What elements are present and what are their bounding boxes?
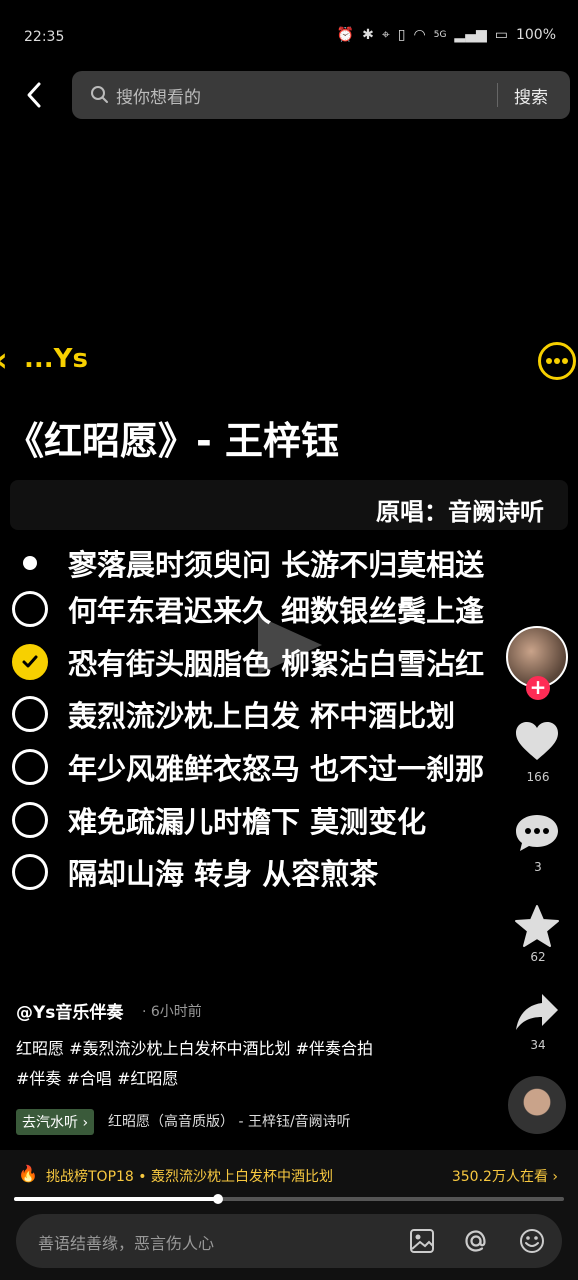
like-heart-icon[interactable] <box>514 720 560 762</box>
comment-placeholder: 善语结善缘，恶言伤人心 <box>38 1234 215 1253</box>
lyric-text: 轰烈流沙枕上白发 杯中酒比划 <box>68 699 456 733</box>
post-hashtags[interactable]: #伴奏 #合唱 #红昭愿 <box>16 1065 178 1089</box>
radio-unchecked-icon[interactable] <box>12 854 48 890</box>
post-description[interactable]: 红昭愿 #轰烈流沙枕上白发杯中酒比划 #伴奏合拍 <box>16 1035 373 1059</box>
radio-unchecked-icon[interactable] <box>12 802 48 838</box>
wifi-icon: ◠ <box>413 27 426 43</box>
lyric-row[interactable]: 轰烈流沙枕上白发 杯中酒比划 <box>12 691 455 737</box>
comment-bubble-icon[interactable] <box>514 812 560 854</box>
bluetooth-icon: ✱ <box>362 27 374 43</box>
author-name[interactable]: ...Ys <box>24 344 88 374</box>
lyric-text: 年少风雅鲜衣怒马 也不过一刹那 <box>68 752 485 786</box>
vibrate-icon: ▯ <box>397 27 406 43</box>
emoji-icon[interactable] <box>518 1227 546 1255</box>
lyric-row[interactable]: 恐有街头胭脂色 柳絮沾白雪沾红 <box>12 639 484 685</box>
lyric-row[interactable]: 寥落晨时须臾问 长游不归莫相送 <box>12 540 484 586</box>
post-time: · 6小时前 <box>142 1004 202 1020</box>
music-disc[interactable] <box>508 1076 566 1134</box>
battery-level: 100% <box>515 27 556 43</box>
radio-checked-icon[interactable] <box>12 644 48 680</box>
search-divider <box>497 83 498 107</box>
comment-count: 3 <box>534 860 542 874</box>
more-dots-icon <box>546 358 568 364</box>
network-label: 5G <box>433 30 447 40</box>
radio-unchecked-icon[interactable] <box>12 696 48 732</box>
bottom-bar: 🔥 挑战榜TOP18 • 轰烈流沙枕上白发杯中酒比划 350.2万人在看 › 善… <box>0 1150 578 1280</box>
chevron-left-icon[interactable]: ‹ <box>0 340 8 380</box>
search-bar[interactable]: 搜你想看的 搜索 <box>72 71 570 119</box>
share-count: 34 <box>530 1038 546 1052</box>
mention-icon[interactable] <box>462 1227 490 1255</box>
signal-icon: ▂▄▆ <box>454 27 487 43</box>
lyric-row[interactable]: 难免疏漏儿时檐下 莫测变化 <box>12 797 426 843</box>
back-button[interactable] <box>20 80 50 110</box>
song-title: 《红昭愿》- 王梓钰 <box>6 419 340 463</box>
checkmark-icon <box>22 655 38 668</box>
lyric-text: 寥落晨时须臾问 长游不归莫相送 <box>68 548 485 582</box>
favorite-star-icon[interactable] <box>514 904 560 948</box>
status-bar: 22:35 ⏰ ✱ ⌖ ▯ ◠ 5G ▂▄▆ ▭ 100% <box>0 0 578 64</box>
search-button[interactable]: 搜索 <box>514 83 548 108</box>
lyric-row[interactable]: 何年东君迟来久 细数银丝鬓上逢 <box>12 586 484 632</box>
follow-plus-button[interactable]: + <box>526 676 550 700</box>
post-author-handle[interactable]: @Ys音乐伴奏 <box>16 998 123 1023</box>
status-time: 22:35 <box>24 29 65 45</box>
status-icons: ⏰ ✱ ⌖ ▯ ◠ 5G ▂▄▆ ▭ 100% <box>337 27 556 43</box>
comment-input[interactable]: 善语结善缘，恶言伤人心 <box>16 1214 562 1268</box>
lyric-text: 难免疏漏儿时檐下 莫测变化 <box>68 805 427 839</box>
location-icon: ⌖ <box>381 27 390 43</box>
bullet-icon <box>12 545 48 581</box>
search-input[interactable]: 搜你想看的 <box>116 83 201 108</box>
original-singer-box: 原唱：音阙诗听 <box>10 480 568 530</box>
like-count: 166 <box>526 770 550 784</box>
lyric-text: 隔却山海 转身 从容煎茶 <box>68 857 379 891</box>
play-icon[interactable] <box>250 610 330 680</box>
open-music-app-button[interactable]: 去汽水听 › <box>16 1109 95 1135</box>
favorite-count: 62 <box>530 950 546 964</box>
fire-icon: 🔥 <box>18 1164 38 1183</box>
more-button[interactable] <box>538 342 576 380</box>
image-icon[interactable] <box>408 1227 436 1255</box>
back-arrow-icon <box>27 82 41 108</box>
share-arrow-icon[interactable] <box>514 992 560 1032</box>
search-icon <box>91 86 108 103</box>
viewer-count[interactable]: 350.2万人在看 › <box>452 1166 558 1186</box>
progress-handle[interactable] <box>212 1194 223 1204</box>
lyric-row[interactable]: 隔却山海 转身 从容煎茶 <box>12 849 378 895</box>
progress-fill <box>14 1197 218 1201</box>
challenge-banner[interactable]: 挑战榜TOP18 • 轰烈流沙枕上白发杯中酒比划 <box>46 1166 333 1186</box>
original-singer: 原唱：音阙诗听 <box>376 498 544 526</box>
battery-icon: ▭ <box>494 27 508 43</box>
lyric-row[interactable]: 年少风雅鲜衣怒马 也不过一刹那 <box>12 744 484 790</box>
music-title[interactable]: 红昭愿（高音质版） - 王梓钰/音阙诗听 <box>108 1111 351 1131</box>
radio-unchecked-icon[interactable] <box>12 749 48 785</box>
alarm-icon: ⏰ <box>336 27 355 43</box>
progress-bar[interactable] <box>14 1194 564 1204</box>
radio-unchecked-icon[interactable] <box>12 591 48 627</box>
